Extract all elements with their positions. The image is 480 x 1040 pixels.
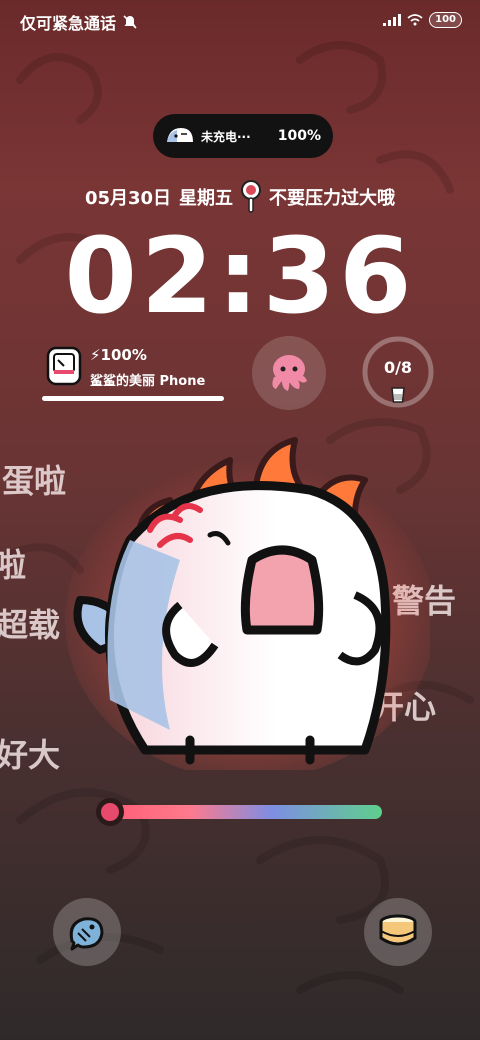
- status-right: 100: [383, 12, 462, 28]
- date-line: 05月30日 星期五 不要压力过大哦: [0, 180, 480, 214]
- charging-label: 未充电···: [201, 129, 251, 144]
- device-name: 鲨鲨的美丽 Phone: [90, 374, 206, 389]
- water-count: 0/8: [383, 358, 413, 377]
- fish-icon: [69, 917, 104, 951]
- shark-avatar-icon: [167, 128, 193, 142]
- device-battery-bar: [42, 396, 224, 401]
- octopus-icon: [272, 355, 307, 391]
- water-intake-widget[interactable]: 0/8: [360, 334, 436, 410]
- lightning-icon: ⚡: [90, 346, 101, 364]
- thermometer-icon: [241, 180, 262, 213]
- device-battery-percent: ⚡100%: [90, 346, 147, 364]
- side-text-2: 啦: [0, 546, 27, 584]
- charging-percent: 100%: [277, 128, 321, 144]
- side-text-1: 蛋啦: [2, 462, 67, 500]
- cup-icon: [391, 387, 405, 403]
- phone-device-icon: [46, 346, 82, 386]
- bell-muted-icon: [123, 15, 137, 29]
- angry-shark-mascot-illustration: [65, 437, 430, 770]
- side-text-3: 超载: [0, 606, 61, 644]
- weekday-text: 星期五: [179, 188, 234, 209]
- signal-icon: [383, 14, 402, 26]
- pudding-icon: [379, 914, 417, 946]
- battery-indicator: 100: [429, 12, 462, 28]
- color-slider[interactable]: [96, 798, 382, 826]
- mood-message: 不要压力过大哦: [269, 188, 396, 209]
- date-text: 05月30日: [84, 188, 172, 209]
- lock-clock: 02:36: [64, 215, 416, 337]
- charging-status-pill[interactable]: 未充电··· 100%: [153, 114, 333, 158]
- status-bar: 仅可紧急通话 100: [0, 0, 480, 40]
- slider-knob[interactable]: [96, 798, 124, 826]
- wifi-icon: [407, 14, 423, 26]
- fish-shortcut-button[interactable]: [53, 898, 121, 966]
- octopus-widget[interactable]: [252, 336, 326, 410]
- emergency-calls-text: 仅可紧急通话: [20, 14, 117, 33]
- slider-track[interactable]: [106, 805, 382, 819]
- side-text-4: 好大: [0, 736, 61, 774]
- status-left: 仅可紧急通话: [20, 10, 138, 34]
- device-battery-card[interactable]: ⚡100% 鲨鲨的美丽 Phone: [42, 344, 224, 404]
- pudding-shortcut-button[interactable]: [364, 898, 432, 966]
